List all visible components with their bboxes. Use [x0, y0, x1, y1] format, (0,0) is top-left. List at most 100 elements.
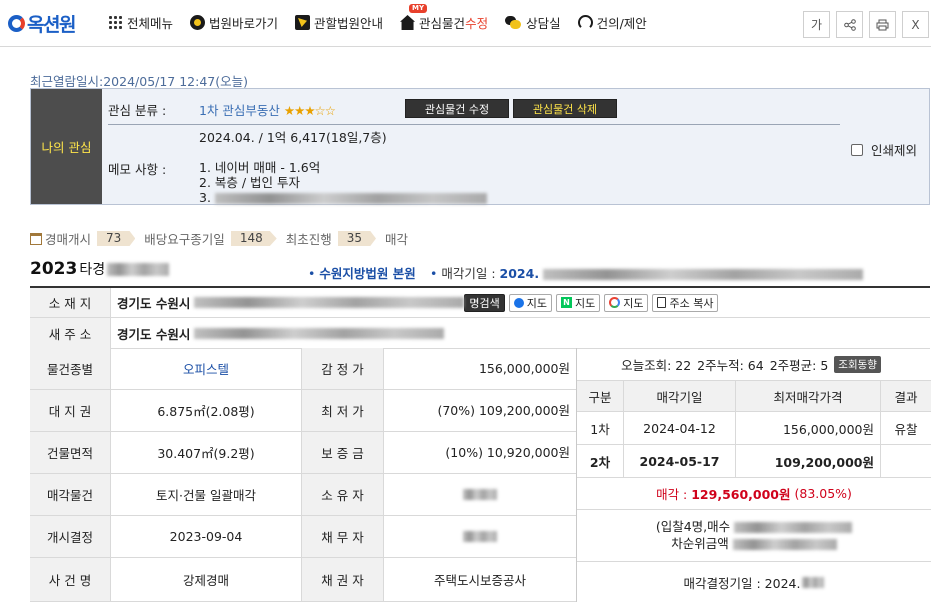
memo-line: 1. 네이버 매매 - 1.6억: [199, 160, 321, 175]
redacted-text: [463, 531, 497, 542]
auction1-logo[interactable]: 옥션원: [8, 10, 76, 36]
button-label: 지도: [526, 296, 547, 310]
grid-icon: [108, 15, 123, 30]
view-trend-button[interactable]: 조회동향: [834, 355, 881, 373]
sale-result: 매각 : 129,560,000원 (83.05%): [577, 478, 931, 510]
row-header: 채 권 자: [302, 558, 384, 601]
nav-label: 상담실: [526, 16, 561, 31]
address-cell: 경기도 수원시 명검색 지도 N 지도 지도 주소 복사: [111, 288, 719, 317]
memo-text: 2024.04. / 1억 6,417(18일,7층) 1. 네이버 매매 - …: [199, 130, 487, 205]
nav-interest-edit[interactable]: MY 관심물건 수정: [400, 4, 489, 32]
court-link[interactable]: • 수원지방법원 본원: [308, 263, 416, 282]
sale-items-value: 토지·건물 일괄매각: [111, 474, 302, 515]
sale-date-value: 2024.: [499, 266, 540, 281]
bid-result: 유찰: [894, 421, 918, 437]
naver-map-button[interactable]: N 지도: [555, 293, 601, 312]
bidder-line: 차순위금액: [577, 535, 931, 552]
print-exclude-label: 인쇄제외: [871, 143, 918, 158]
bid-header-row: 구분 매각기일 최저매각가격 결과: [577, 380, 931, 412]
bidder-text: (입찰4명,매수: [655, 519, 731, 534]
address-value: 경기도 수원시: [117, 296, 191, 311]
bid-date: 2024-04-12: [624, 412, 736, 444]
font-size-button[interactable]: 가: [803, 11, 830, 38]
progress-step-label: 매각: [385, 232, 409, 247]
edit-interest-button[interactable]: 관심물건 수정: [405, 99, 509, 118]
table-row: 2차 2024-05-17 109,200,000원: [577, 445, 931, 478]
table-row: 매각물건 토지·건물 일괄매각 소 유 자: [30, 474, 576, 516]
bidder-info: (입찰4명,매수 차순위금액: [577, 510, 931, 562]
logo-text: 옥션원: [27, 13, 76, 36]
bidder-text: 차순위금액: [671, 536, 729, 551]
row-header: 감 정 가: [302, 348, 384, 389]
sale-decision-date: 매각결정기일 : 2024.: [577, 562, 931, 602]
progress-step-count: 148: [230, 231, 277, 246]
delete-interest-button[interactable]: 관심물건 삭제: [513, 99, 617, 118]
debtor-value: [384, 516, 576, 557]
checkbox[interactable]: [851, 143, 863, 156]
nav-label: 관심물건: [419, 16, 466, 31]
address-label: 소 재 지: [30, 288, 111, 317]
nav-court-guide[interactable]: 관할법원안내: [295, 13, 383, 32]
headset-icon: [577, 15, 593, 30]
my-interest-label: 나의 관심: [31, 89, 102, 204]
table-row: 개시결정 2023-09-04 채 무 자: [30, 516, 576, 558]
nav-label: 관할법원안내: [314, 16, 384, 31]
case-name-value: 강제경매: [111, 558, 302, 601]
chat-icon: [505, 15, 522, 30]
redacted-text: [734, 522, 853, 533]
my-badge: MY: [409, 4, 428, 13]
divider: [108, 124, 840, 125]
progress-step-label: 배당요구종기일: [144, 232, 225, 247]
progress-step-label: 최초진행: [285, 232, 332, 247]
table-row: 대 지 권 6.875㎡(2.08평) 최 저 가 (70%) 109,200,…: [30, 390, 576, 432]
button-label: 주소 복사: [669, 296, 714, 310]
table-row: 1차 2024-04-12 156,000,000원 유찰: [577, 412, 931, 445]
progress-step-count: 73: [97, 231, 136, 246]
close-button[interactable]: X: [902, 11, 929, 38]
map-search-button[interactable]: 명검색: [464, 293, 505, 312]
nav-all-menu[interactable]: 전체메뉴: [108, 13, 173, 32]
nav-suggest[interactable]: 건의/제안: [577, 13, 647, 32]
google-map-button[interactable]: 지도: [604, 293, 649, 312]
memo-label: 메모 사항 :: [108, 162, 167, 177]
column-header: 매각기일: [624, 381, 736, 411]
row-header: 개시결정: [30, 516, 111, 557]
table-row: 건물면적 30.407㎡(9.2평) 보 증 금 (10%) 10,920,00…: [30, 432, 576, 474]
daum-map-button[interactable]: 지도: [508, 293, 552, 312]
case-type: 타경: [79, 262, 106, 278]
nav-label-accent: 수정: [465, 16, 489, 31]
nav-court-shortcut[interactable]: 법원바로가기: [190, 13, 278, 32]
nav-consult[interactable]: 상담실: [505, 13, 561, 32]
today-views: 오늘조회: 22: [621, 357, 692, 373]
print-icon[interactable]: [869, 11, 896, 38]
property-type-link[interactable]: 오피스텔: [111, 348, 302, 389]
bid-round: 1차: [577, 412, 624, 444]
main-nav: 전체메뉴 법원바로가기 관할법원안내 MY 관심물건 수정 상담실 건의/제안: [108, 4, 664, 32]
print-exclude-checkbox[interactable]: 인쇄제외: [851, 140, 917, 159]
copy-address-button[interactable]: 주소 복사: [652, 293, 719, 312]
row-header: 대 지 권: [30, 390, 111, 431]
building-area-value: 30.407㎡(9.2평): [111, 432, 302, 473]
sale-date-label: 매각기일 :: [441, 266, 496, 281]
interest-class-text: 1차 관심부동산: [199, 103, 280, 118]
naver-icon: N: [560, 297, 572, 308]
nav-label: 법원바로가기: [209, 16, 279, 31]
two-week-cumulative: 2주누적: 64: [697, 357, 764, 373]
table-row: 사 건 명 강제경매 채 권 자 주택도시보증공사: [30, 558, 576, 602]
redacted-text: [194, 297, 465, 308]
deposit-value: (10%) 10,920,000원: [445, 445, 570, 460]
row-header: 건물면적: [30, 432, 111, 473]
owner-value: [384, 474, 576, 515]
progress-step-count: 35: [337, 231, 377, 246]
bid-history-panel: 오늘조회: 22 2주누적: 64 2주평균: 5 조회동향 구분 매각기일 최…: [576, 348, 931, 602]
row-header: 매각물건: [30, 474, 111, 515]
new-address-label: 새 주 소: [30, 318, 111, 348]
memo-line: 2024.04. / 1억 6,417(18일,7층): [199, 130, 387, 145]
redacted-text: [214, 193, 487, 204]
share-icon[interactable]: [836, 11, 863, 38]
my-interest-box: 나의 관심 관심 분류 : 1차 관심부동산 ★★★☆☆ 관심물건 수정 관심물…: [30, 88, 930, 205]
land-right-value: 6.875㎡(2.08평): [111, 390, 302, 431]
memo-line: [199, 145, 487, 160]
redacted-text: [463, 489, 497, 500]
google-icon: [609, 297, 621, 308]
